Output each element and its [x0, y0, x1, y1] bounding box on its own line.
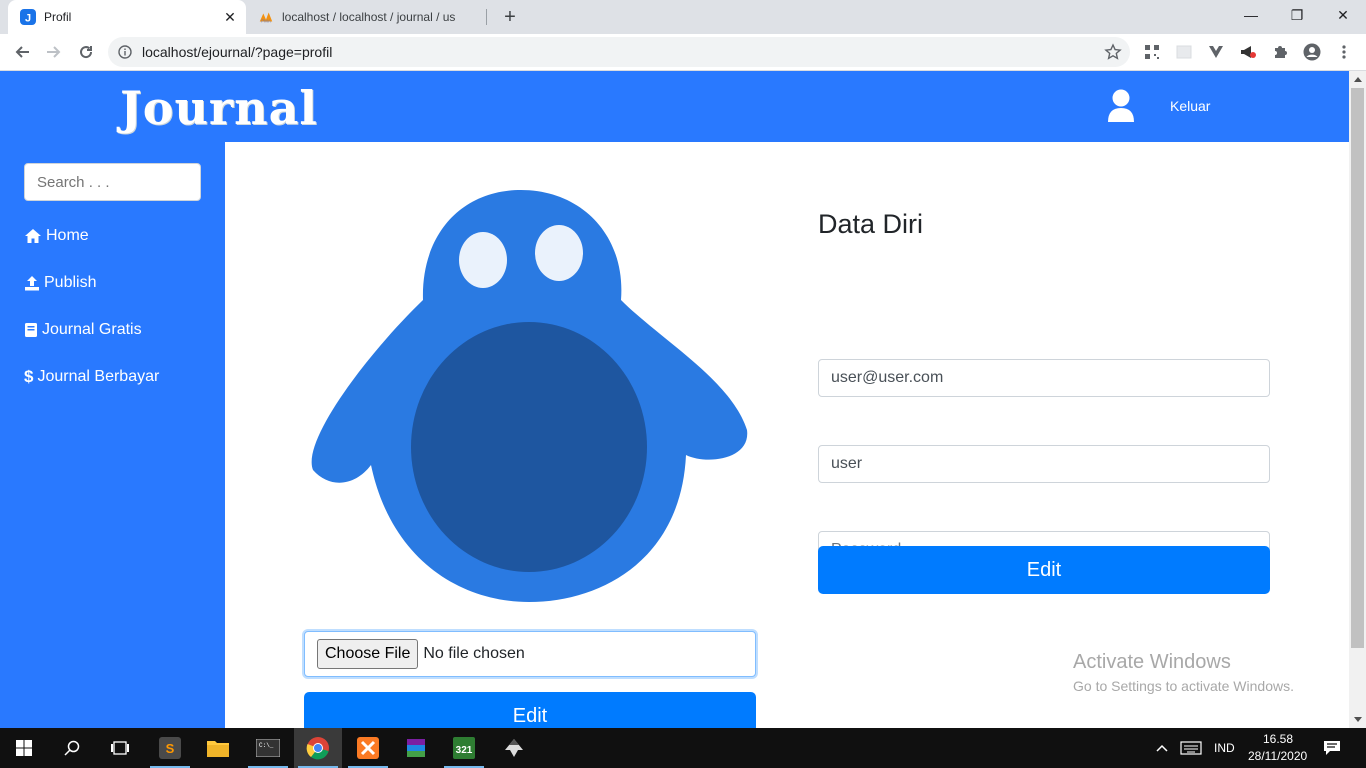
- chrome-taskbar-icon[interactable]: [294, 728, 342, 768]
- sublime-text-taskbar-icon[interactable]: S: [146, 728, 194, 768]
- form-title: Data Diri: [818, 209, 924, 239]
- site-logo[interactable]: Journal: [120, 81, 318, 135]
- touch-keyboard-icon[interactable]: [1176, 728, 1206, 768]
- close-window-button[interactable]: ✕: [1320, 0, 1366, 30]
- choose-file-button[interactable]: Choose File: [317, 639, 419, 669]
- scroll-up-arrow-icon[interactable]: [1349, 71, 1366, 88]
- sidebar: Home Publish Journal Gratis $ Journal Be…: [0, 142, 225, 728]
- browser-tab-strip: J Profil ✕ PMA localhost / localhost / j…: [0, 0, 1366, 34]
- svg-text:J: J: [25, 13, 31, 25]
- search-taskbar-button[interactable]: [48, 728, 96, 768]
- calendar-app-taskbar-icon[interactable]: 321: [440, 728, 488, 768]
- file-explorer-taskbar-icon[interactable]: [194, 728, 242, 768]
- scroll-down-arrow-icon[interactable]: [1349, 711, 1366, 728]
- sidebar-item-journal-gratis[interactable]: Journal Gratis: [24, 319, 142, 341]
- reload-button[interactable]: [72, 38, 100, 66]
- reload-icon: [80, 46, 93, 59]
- search-input[interactable]: [24, 163, 201, 201]
- tab-phpmyadmin[interactable]: PMA localhost / localhost / journal / us: [248, 0, 486, 34]
- task-view-button[interactable]: [96, 728, 144, 768]
- close-tab-icon[interactable]: ✕: [220, 7, 240, 27]
- sidebar-item-label: Home: [46, 227, 89, 244]
- terminal-taskbar-icon[interactable]: C:\_: [244, 728, 292, 768]
- url-text: localhost/ejournal/?page=profil: [142, 44, 333, 60]
- page-scrollbar[interactable]: [1349, 71, 1366, 728]
- user-icon[interactable]: [1106, 89, 1136, 123]
- new-tab-button[interactable]: +: [498, 5, 522, 29]
- tab-profil[interactable]: J Profil ✕: [8, 0, 246, 34]
- restore-button[interactable]: ❐: [1274, 0, 1320, 30]
- clock-date[interactable]: 28/11/2020: [1248, 749, 1307, 763]
- tab-title: localhost / localhost / journal / us: [282, 10, 456, 24]
- address-bar[interactable]: localhost/ejournal/?page=profil: [108, 37, 1130, 67]
- profile-avatar-penguin-icon: [311, 190, 748, 602]
- svg-text:S: S: [166, 741, 175, 756]
- scrollbar-thumb[interactable]: [1351, 88, 1364, 648]
- info-icon: [118, 45, 132, 59]
- sidebar-item-label: Journal Gratis: [42, 321, 142, 338]
- browser-toolbar: localhost/ejournal/?page=profil: [0, 34, 1366, 71]
- tab-separator: [486, 9, 487, 25]
- megaphone-extension-icon[interactable]: [1239, 43, 1257, 61]
- chrome-menu-icon[interactable]: [1335, 43, 1353, 61]
- logout-link[interactable]: Keluar: [1170, 98, 1210, 114]
- journal-favicon-icon: J: [20, 9, 36, 25]
- watermark-subtitle: Go to Settings to activate Windows.: [1073, 678, 1294, 694]
- svg-text:PMA: PMA: [261, 18, 271, 23]
- dollar-icon: $: [24, 367, 34, 386]
- svg-text:321: 321: [456, 745, 473, 756]
- xampp-taskbar-icon[interactable]: [344, 728, 392, 768]
- book-icon: [25, 323, 37, 337]
- email-field[interactable]: [818, 359, 1270, 397]
- profile-account-icon[interactable]: [1303, 43, 1321, 61]
- clock-time[interactable]: 16.58: [1263, 732, 1293, 746]
- windows-logo-icon: [16, 740, 32, 756]
- sidebar-item-journal-berbayar[interactable]: $ Journal Berbayar: [24, 366, 159, 388]
- web-page: Journal Keluar Home Publish Journal Grat…: [0, 71, 1349, 728]
- upload-icon: [25, 276, 39, 291]
- minimize-button[interactable]: —: [1228, 0, 1274, 30]
- edit-profile-button[interactable]: Edit: [818, 546, 1270, 594]
- sidebar-item-label: Publish: [44, 274, 97, 291]
- svg-text:C:\_: C:\_: [259, 742, 274, 749]
- qr-code-extension-icon[interactable]: [1143, 43, 1161, 61]
- bookmark-star-icon: [1104, 43, 1122, 60]
- tab-title: Profil: [44, 10, 72, 24]
- sidebar-item-publish[interactable]: Publish: [24, 272, 96, 294]
- start-button[interactable]: [0, 728, 48, 768]
- activate-windows-watermark: Activate Windows Go to Settings to activ…: [1073, 651, 1294, 694]
- site-header: Journal Keluar: [0, 71, 1349, 142]
- forward-arrow-icon: [47, 46, 61, 58]
- file-upload-field[interactable]: Choose File No file chosen: [304, 631, 756, 677]
- notifications-icon[interactable]: [1310, 728, 1354, 768]
- language-indicator[interactable]: IND: [1214, 741, 1235, 755]
- back-arrow-icon: [15, 46, 29, 58]
- inkscape-taskbar-icon[interactable]: [490, 728, 538, 768]
- winrar-taskbar-icon[interactable]: [392, 728, 440, 768]
- username-field[interactable]: [818, 445, 1270, 483]
- file-status-text: No file chosen: [423, 645, 525, 662]
- edit-photo-button[interactable]: Edit: [304, 692, 756, 728]
- watermark-title: Activate Windows: [1073, 651, 1231, 673]
- windows-taskbar: S C:\_ 321 IND 16.58 28/11/2020: [0, 728, 1366, 768]
- sidebar-item-label: Journal Berbayar: [37, 368, 160, 385]
- extensions-puzzle-icon[interactable]: [1271, 43, 1289, 61]
- extension-icon[interactable]: [1175, 43, 1193, 61]
- back-button[interactable]: [8, 38, 36, 66]
- vue-devtools-icon[interactable]: [1207, 43, 1225, 61]
- phpmyadmin-favicon-icon: PMA: [258, 9, 274, 25]
- show-hidden-icons-chevron-icon[interactable]: [1152, 728, 1172, 768]
- task-view-icon: [111, 741, 129, 755]
- sidebar-item-home[interactable]: Home: [24, 225, 89, 247]
- forward-button[interactable]: [40, 38, 68, 66]
- home-icon: [25, 229, 41, 243]
- profile-main: Choose File No file chosen Edit Data Dir…: [225, 142, 1349, 728]
- search-icon: [64, 740, 80, 756]
